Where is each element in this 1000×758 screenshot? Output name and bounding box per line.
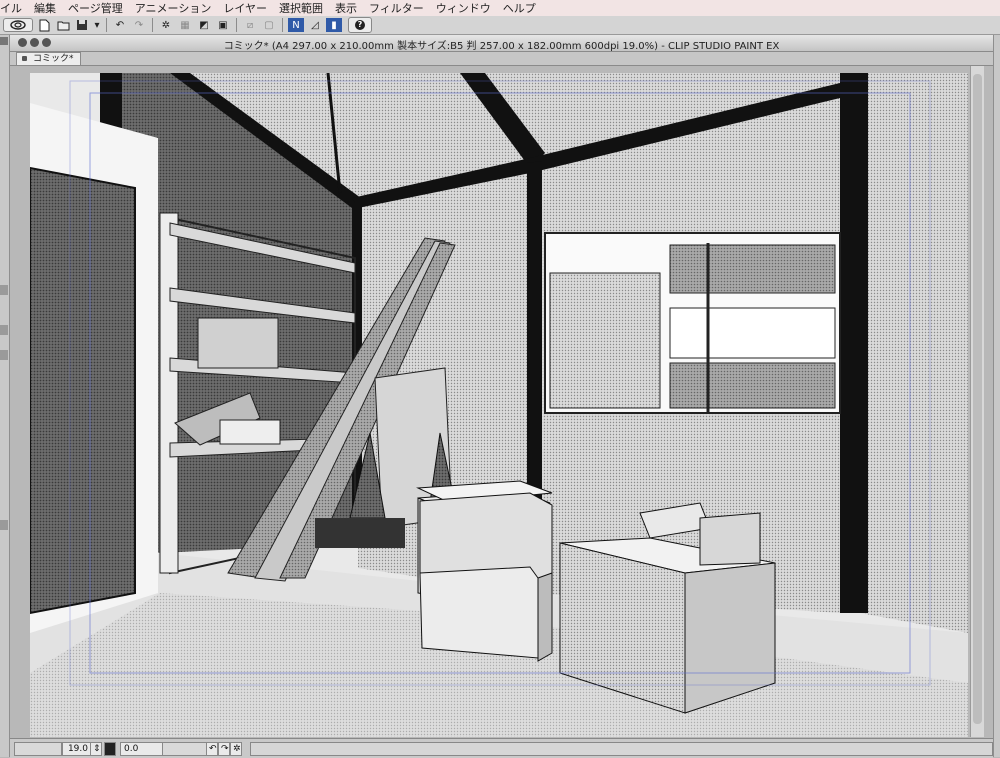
menu-selection[interactable]: 選択範囲 <box>273 0 329 16</box>
menu-help[interactable]: ヘルプ <box>497 0 542 16</box>
clear-outside-icon[interactable]: ▦ <box>177 18 193 32</box>
snap-grid-icon[interactable]: ▮ <box>326 18 342 32</box>
help-icon: ? <box>355 20 365 30</box>
command-bar: ▾ ↶ ↷ ✲ ▦ ◩ ▣ ⧄ ▢ N ◿ ▮ ? <box>0 16 1000 35</box>
zoom-slider[interactable] <box>14 742 62 756</box>
tool-icon[interactable] <box>0 520 8 530</box>
document-tab-bar: コミック* <box>10 52 993 66</box>
rotate-slider[interactable] <box>162 742 208 756</box>
menu-layer[interactable]: レイヤー <box>217 0 273 16</box>
rotate-left-icon[interactable]: ↶ <box>206 742 218 756</box>
new-file-icon[interactable] <box>36 18 52 32</box>
vertical-scrollbar[interactable] <box>970 66 984 737</box>
tool-icon[interactable] <box>0 350 8 360</box>
menu-animation[interactable]: アニメーション <box>129 0 218 16</box>
tab-comic[interactable]: コミック* <box>16 52 81 65</box>
panel-toggle-icon[interactable] <box>0 37 8 45</box>
toolbar-divider <box>236 18 237 32</box>
canvas[interactable] <box>30 73 968 737</box>
menu-page-management[interactable]: ページ管理 <box>62 0 129 16</box>
fill-icon[interactable]: ◩ <box>196 18 212 32</box>
zoom-value[interactable]: 19.0 <box>62 742 92 756</box>
status-bar: 19.0 ⇕ 0.0 ↶ ↷ ✲ <box>10 738 993 758</box>
fit-view-icon[interactable] <box>104 742 116 756</box>
expand-selection-icon[interactable]: ▣ <box>215 18 231 32</box>
toolbar-divider <box>282 18 283 32</box>
menu-view[interactable]: 表示 <box>329 0 363 16</box>
menu-edit[interactable]: 編集 <box>28 0 62 16</box>
scrollbar-thumb[interactable] <box>973 74 982 724</box>
right-panel-edge[interactable] <box>993 35 1000 757</box>
save-icon[interactable] <box>74 18 90 32</box>
save-dropdown-icon[interactable]: ▾ <box>93 18 101 32</box>
menu-filter[interactable]: フィルター <box>363 0 430 16</box>
transform-icon[interactable]: ⧄ <box>242 18 258 32</box>
snap-ruler-icon[interactable]: N <box>288 18 304 32</box>
scale-icon[interactable]: ▢ <box>261 18 277 32</box>
reset-rotation-icon[interactable]: ✲ <box>230 742 242 756</box>
redo-icon[interactable]: ↷ <box>131 18 147 32</box>
toolbar-divider <box>106 18 107 32</box>
clip-studio-icon <box>10 20 26 30</box>
tool-icon[interactable] <box>0 285 8 295</box>
menu-window[interactable]: ウィンドウ <box>430 0 497 16</box>
zoom-stepper-icon[interactable]: ⇕ <box>90 742 102 756</box>
menu-file[interactable]: イル <box>0 0 28 16</box>
clear-icon[interactable]: ✲ <box>158 18 174 32</box>
document-title-bar[interactable]: コミック* (A4 297.00 x 210.00mm 製本サイズ:B5 判 2… <box>10 35 993 52</box>
manga-artwork <box>30 73 968 737</box>
rotate-right-icon[interactable]: ↷ <box>218 742 230 756</box>
help-button[interactable]: ? <box>348 17 372 33</box>
open-folder-icon[interactable] <box>55 18 71 32</box>
toolbar-divider <box>152 18 153 32</box>
undo-icon[interactable]: ↶ <box>112 18 128 32</box>
snap-special-ruler-icon[interactable]: ◿ <box>307 18 323 32</box>
left-panel-edge[interactable] <box>0 35 10 757</box>
clip-studio-button[interactable] <box>3 18 33 32</box>
horizontal-scrollbar[interactable] <box>250 742 993 756</box>
tool-icon[interactable] <box>0 325 8 335</box>
angle-value[interactable]: 0.0 <box>120 742 164 756</box>
menu-bar: イル 編集 ページ管理 アニメーション レイヤー 選択範囲 表示 フィルター ウ… <box>0 0 1000 17</box>
window-title: コミック* (A4 297.00 x 210.00mm 製本サイズ:B5 判 2… <box>223 41 780 52</box>
